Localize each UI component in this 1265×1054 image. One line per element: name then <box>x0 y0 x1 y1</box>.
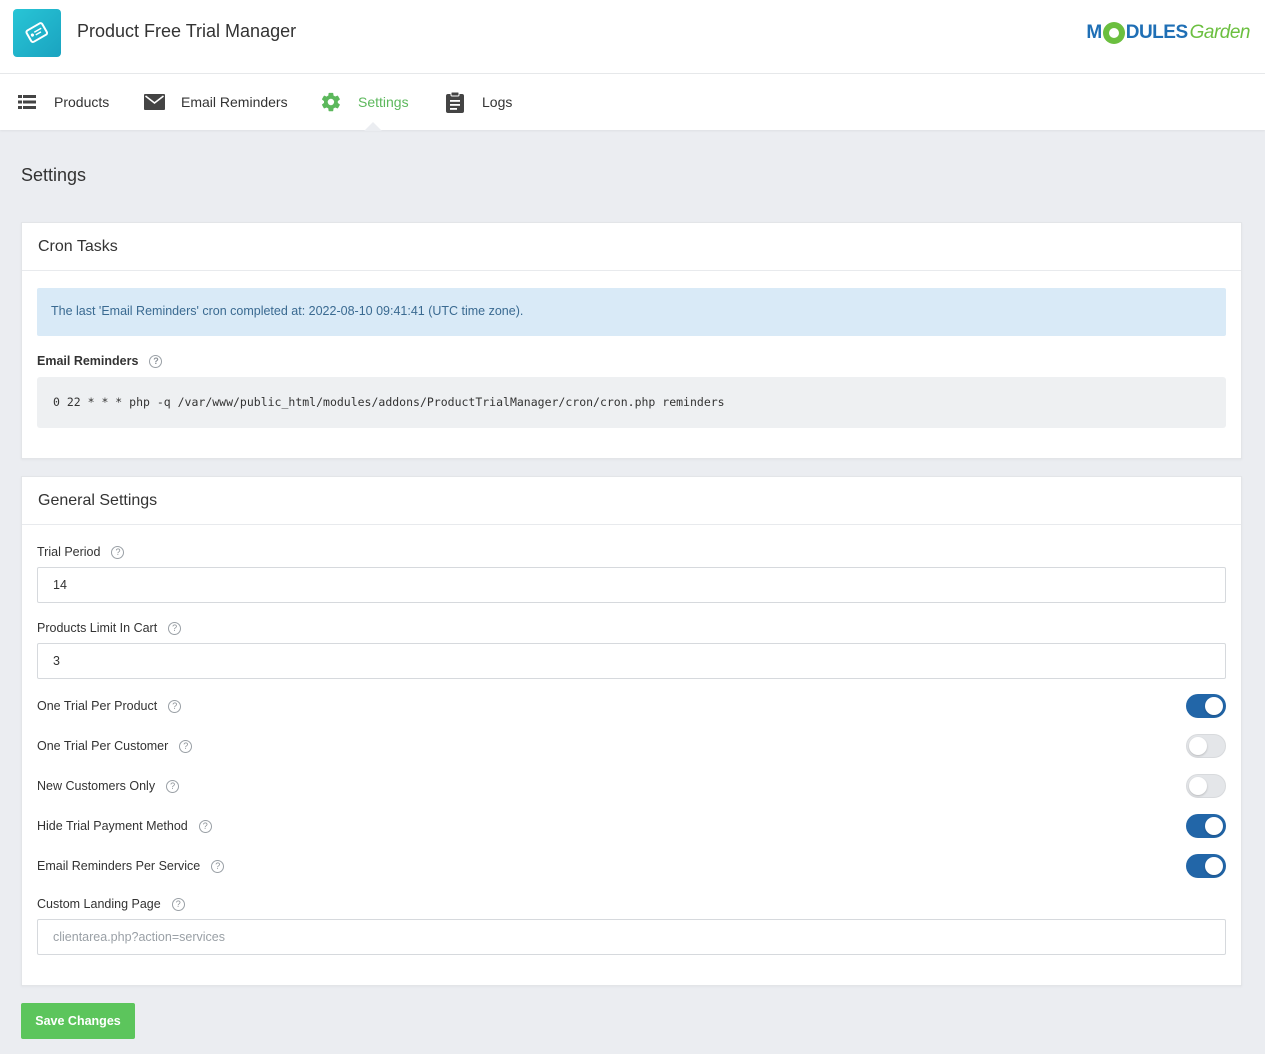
nav-label-logs: Logs <box>482 94 513 110</box>
new-customers-only-label: New Customers Only ? <box>37 779 180 793</box>
toggle-label-text: One Trial Per Customer <box>37 739 169 753</box>
help-icon[interactable]: ? <box>168 699 182 713</box>
list-icon <box>16 91 38 113</box>
products-limit-label-text: Products Limit In Cart <box>37 621 158 635</box>
toggle-knob <box>1189 737 1207 755</box>
page-title: Settings <box>21 165 87 185</box>
help-icon[interactable]: ? <box>211 859 225 873</box>
nav-item-email-reminders[interactable]: Email Reminders <box>143 74 288 130</box>
custom-landing-page-input[interactable] <box>37 919 1226 955</box>
help-icon[interactable]: ? <box>179 739 193 753</box>
toggle-label-text: Email Reminders Per Service <box>37 859 201 873</box>
active-tab-indicator <box>364 122 382 131</box>
general-settings-panel: General Settings Trial Period ? Products… <box>21 476 1242 986</box>
toggle-knob <box>1205 857 1223 875</box>
toggle-label-text: New Customers Only <box>37 779 156 793</box>
brand-text-dules: DULES <box>1125 22 1188 43</box>
custom-landing-page-label-text: Custom Landing Page <box>37 897 161 911</box>
help-icon[interactable]: ? <box>111 545 125 559</box>
app-logo-icon <box>13 9 61 57</box>
email-reminders-per-service-label: Email Reminders Per Service ? <box>37 859 225 873</box>
help-icon[interactable]: ? <box>198 819 212 833</box>
toggle-label-text: Hide Trial Payment Method <box>37 819 188 833</box>
trial-period-label-text: Trial Period <box>37 545 101 559</box>
cron-status-alert: The last 'Email Reminders' cron complete… <box>37 288 1226 336</box>
hide-trial-payment-method-toggle[interactable] <box>1186 814 1226 838</box>
custom-landing-page-label: Custom Landing Page ? <box>37 897 185 911</box>
help-icon[interactable]: ? <box>166 779 180 793</box>
envelope-icon <box>143 91 165 113</box>
save-changes-button[interactable]: Save Changes <box>21 1003 135 1039</box>
brand-text-garden: Garden <box>1189 22 1251 43</box>
clipboard-icon <box>444 91 466 113</box>
new-customers-only-toggle[interactable] <box>1186 774 1226 798</box>
toggle-knob <box>1205 697 1223 715</box>
hide-trial-payment-method-label: Hide Trial Payment Method ? <box>37 819 212 833</box>
globe-icon <box>1102 22 1125 44</box>
cron-command: 0 22 * * * php -q /var/www/public_html/m… <box>37 377 1226 428</box>
one-trial-per-product-toggle[interactable] <box>1186 694 1226 718</box>
main-nav: Products Email Reminders Settings Logs <box>0 74 1265 130</box>
general-settings-title: General Settings <box>22 477 1241 525</box>
one-trial-per-product-label: One Trial Per Product ? <box>37 699 182 713</box>
help-icon[interactable]: ? <box>168 621 182 635</box>
nav-label-email-reminders: Email Reminders <box>181 94 288 110</box>
products-limit-input[interactable] <box>37 643 1226 679</box>
gear-icon <box>320 91 342 113</box>
toggle-knob <box>1205 817 1223 835</box>
email-reminders-cron-label-text: Email Reminders <box>37 354 139 368</box>
app-title: Product Free Trial Manager <box>77 21 297 41</box>
products-limit-label: Products Limit In Cart ? <box>37 621 182 635</box>
help-icon[interactable]: ? <box>149 354 163 368</box>
nav-label-settings: Settings <box>358 94 409 110</box>
email-reminders-per-service-toggle[interactable] <box>1186 854 1226 878</box>
one-trial-per-customer-label: One Trial Per Customer ? <box>37 739 193 753</box>
nav-item-products[interactable]: Products <box>16 74 109 130</box>
nav-label-products: Products <box>54 94 110 110</box>
cron-tasks-panel: Cron Tasks The last 'Email Reminders' cr… <box>21 222 1242 459</box>
cron-tasks-title: Cron Tasks <box>22 223 1241 271</box>
help-icon[interactable]: ? <box>171 897 185 911</box>
one-trial-per-customer-toggle[interactable] <box>1186 734 1226 758</box>
trial-period-label: Trial Period ? <box>37 545 125 559</box>
top-bar: Product Free Trial Manager M DULES Garde… <box>0 0 1265 74</box>
nav-item-logs[interactable]: Logs <box>444 74 512 130</box>
trial-period-input[interactable] <box>37 567 1226 603</box>
modulesgarden-logo[interactable]: M DULES Garden <box>1086 20 1251 46</box>
email-reminders-cron-label: Email Reminders ? <box>37 354 163 368</box>
toggle-knob <box>1189 777 1207 795</box>
brand-text-m: M <box>1086 22 1102 43</box>
toggle-label-text: One Trial Per Product <box>37 699 158 713</box>
